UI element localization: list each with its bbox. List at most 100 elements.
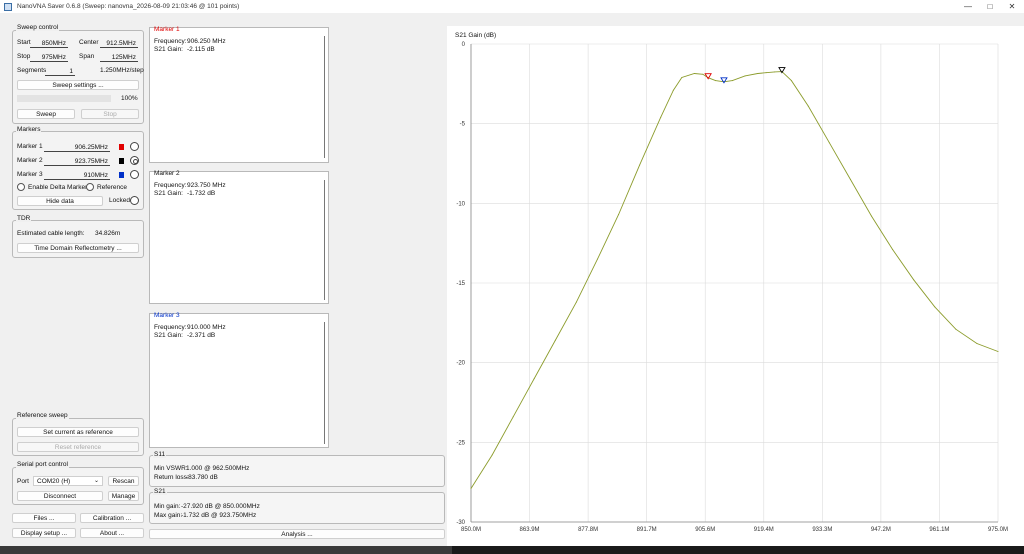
s21-max-label: Max gain: <box>154 512 183 519</box>
y-tick-label: -15 <box>456 281 465 287</box>
x-tick-label: 863.9M <box>520 527 540 533</box>
tdr-button[interactable]: Time Domain Reflectometry ... <box>17 243 139 253</box>
about-button[interactable]: About ... <box>80 528 144 538</box>
x-tick-label: 850.0M <box>461 527 481 533</box>
x-tick-label: 877.8M <box>578 527 598 533</box>
marker-2-triangle-icon <box>720 77 728 84</box>
marker-2-radio[interactable] <box>130 156 139 165</box>
marker-1-field[interactable]: 906.25MHz <box>44 143 110 152</box>
reference-sweep-title: Reference sweep <box>16 412 69 419</box>
marker-3-divider <box>324 322 325 444</box>
stop-button[interactable]: Stop <box>81 109 139 119</box>
data-point <box>596 258 598 260</box>
s21-min-value: -27.920 dB @ 850.000MHz <box>181 503 260 510</box>
set-reference-button[interactable]: Set current as reference <box>17 427 139 437</box>
reset-reference-button[interactable]: Reset reference <box>17 442 139 452</box>
locked-radio[interactable] <box>130 196 139 205</box>
data-point <box>672 89 674 91</box>
data-point <box>702 73 704 75</box>
marker-2-gain-value: -1.732 dB <box>187 190 216 197</box>
marker-1-panel-title: Marker 1 <box>154 26 180 33</box>
s21-gain-line <box>470 71 999 489</box>
close-icon[interactable]: ✕ <box>1001 0 1023 13</box>
data-point <box>639 164 641 166</box>
span-label: Span <box>79 53 95 60</box>
x-tick-label: 975.0M <box>988 527 1008 533</box>
analysis-button[interactable]: Analysis ... <box>149 529 445 539</box>
calibration-button[interactable]: Calibration ... <box>80 513 144 523</box>
data-point <box>470 488 472 490</box>
y-tick-label: -30 <box>456 520 465 526</box>
data-point <box>892 249 894 251</box>
disconnect-button[interactable]: Disconnect <box>17 491 103 501</box>
center-field[interactable]: 912.5MHz <box>100 39 138 48</box>
s21-min-label: Min gain: <box>154 503 181 510</box>
data-point <box>765 72 767 74</box>
start-field[interactable]: 850MHz <box>30 39 68 48</box>
marker-2-gain-label: S21 Gain: <box>154 190 183 197</box>
x-tick-label: 933.3M <box>812 527 832 533</box>
data-point <box>955 328 957 330</box>
data-point <box>871 215 873 217</box>
enable-delta-label: Enable Delta Marker <box>28 184 88 191</box>
data-point <box>807 105 809 107</box>
sweep-button[interactable]: Sweep <box>17 109 75 119</box>
port-select[interactable]: COM20 (H) ⌄ <box>33 476 103 486</box>
marker-2-label: Marker 2 <box>17 157 43 164</box>
data-point <box>491 454 493 456</box>
progress-text: 100% <box>121 95 138 102</box>
data-point <box>618 213 620 215</box>
data-point <box>913 279 915 281</box>
manage-button[interactable]: Manage <box>108 491 139 501</box>
span-field[interactable]: 125MHz <box>100 53 138 62</box>
minimize-icon[interactable]: — <box>957 0 979 13</box>
markers-title: Markers <box>16 126 42 133</box>
marker-3-panel-title: Marker 3 <box>154 312 180 319</box>
y-tick-label: -5 <box>460 122 466 128</box>
s21-max-value: -1.732 dB @ 923.750MHz <box>181 512 257 519</box>
port-value: COM20 (H) <box>37 478 71 485</box>
marker-1-divider <box>324 36 325 158</box>
enable-delta-checkbox[interactable] <box>17 183 25 191</box>
marker-2-color-swatch[interactable] <box>119 158 124 164</box>
sweep-settings-button[interactable]: Sweep settings ... <box>17 80 139 90</box>
stop-field[interactable]: 975MHz <box>30 53 68 62</box>
marker-1-radio[interactable] <box>130 142 139 151</box>
marker-3-freq-label: Frequency: <box>154 324 187 331</box>
progress-fill <box>17 95 111 102</box>
radio-dot-icon <box>133 159 138 164</box>
marker-3-gain-value: -2.371 dB <box>187 332 216 339</box>
marker-3-label: Marker 3 <box>17 171 43 178</box>
data-point <box>731 80 733 82</box>
maximize-icon[interactable]: □ <box>979 0 1001 13</box>
s21-gain-chart[interactable]: S21 Gain (dB) 0 -5 -10 -15 -20 -25 -30850.0M 863… <box>447 26 1024 546</box>
marker-1-freq-value: 906.250 MHz <box>187 38 226 45</box>
segments-field[interactable]: 1 <box>45 67 75 76</box>
marker-2-field[interactable]: 923.75MHz <box>44 157 110 166</box>
marker-3-radio[interactable] <box>130 170 139 179</box>
progress-bar <box>17 95 111 102</box>
files-button[interactable]: Files ... <box>12 513 76 523</box>
marker-1-panel: Marker 1 Frequency: 906.250 MHz S21 Gain… <box>149 26 329 163</box>
data-point <box>660 116 662 118</box>
segments-label: Segments <box>17 67 47 74</box>
data-point <box>849 178 851 180</box>
marker-3-color-swatch[interactable] <box>119 172 124 178</box>
data-point <box>715 80 717 82</box>
marker-3-panel: Marker 3 Frequency: 910.000 MHz S21 Gain… <box>149 312 329 448</box>
rescan-button[interactable]: Rescan <box>108 476 139 486</box>
locked-label: Locked <box>109 197 130 204</box>
hide-data-button[interactable]: Hide data <box>17 196 103 206</box>
marker-3-field[interactable]: 910MHz <box>44 171 110 180</box>
serial-title: Serial port control <box>16 461 69 468</box>
marker-1-color-swatch[interactable] <box>119 144 124 150</box>
marker-2-freq-label: Frequency: <box>154 182 187 189</box>
reference-checkbox[interactable] <box>86 183 94 191</box>
data-point <box>828 142 830 144</box>
marker-3-freq-value: 910.000 MHz <box>187 324 226 331</box>
display-setup-button[interactable]: Display setup ... <box>12 528 76 538</box>
marker-2-panel-title: Marker 2 <box>154 170 180 177</box>
sweep-control-title: Sweep control <box>16 24 60 31</box>
marker-1-freq-label: Frequency: <box>154 38 187 45</box>
s11-title: S11 <box>153 451 167 458</box>
